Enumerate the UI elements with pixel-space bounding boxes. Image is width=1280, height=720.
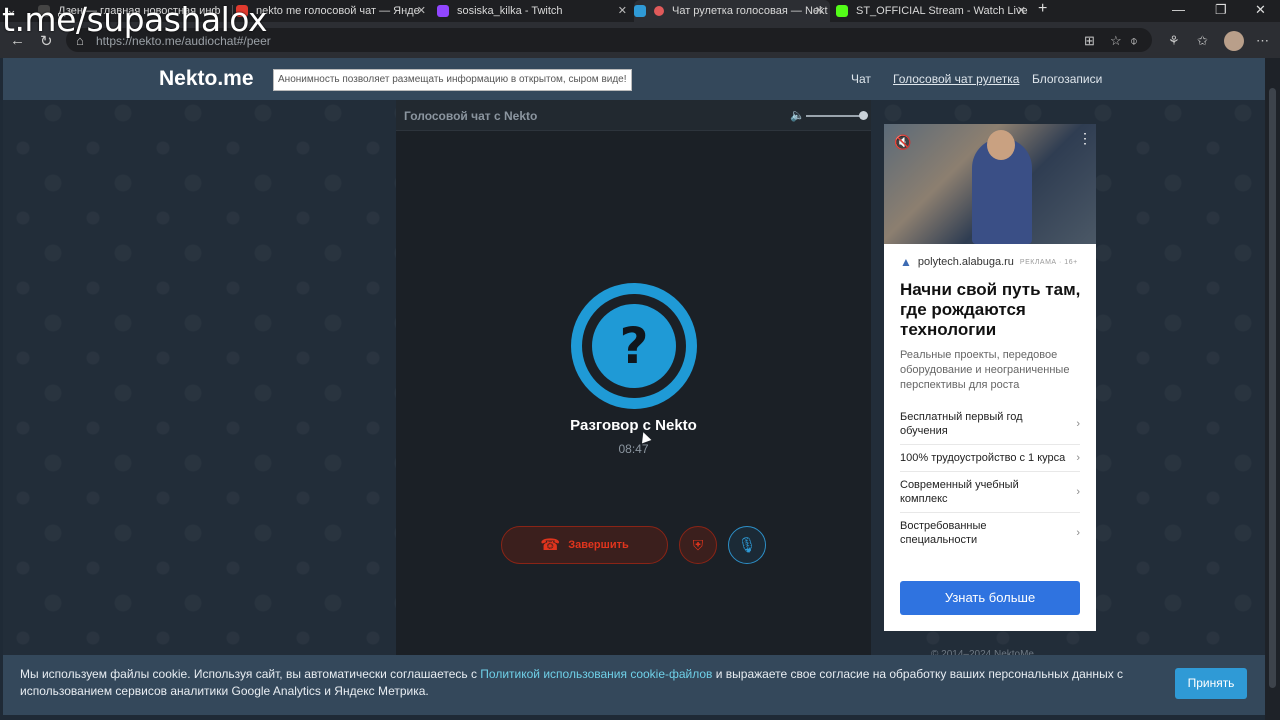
microphone-icon: 🎙 [737,537,757,554]
cookie-banner: Мы используем файлы cookie. Используя са… [3,655,1265,715]
question-mark-icon: ? [592,304,676,388]
tab-close-icon[interactable]: ✕ [815,4,824,17]
end-call-label: Завершить [568,539,629,551]
ad-image[interactable]: 🔇 ⋮ [884,124,1096,244]
tab-title: Чат рулетка голосовая — Nekt [672,5,828,17]
ad-feature-item[interactable]: 100% трудоустройство с 1 курса › [900,445,1080,472]
close-window-icon[interactable]: ✕ [1255,2,1266,18]
tab-close-icon[interactable]: ✕ [417,4,426,17]
ad-domain[interactable]: polytech.alabuga.ru [918,256,1014,268]
mic-indicator-icon[interactable]: ⌽ [1130,33,1138,49]
browser-tab-nekto-active[interactable]: Чат рулетка голосовая — Nekt ✕ [634,0,830,22]
site-logo[interactable]: Nekto.me [159,67,254,91]
favorite-star-icon[interactable]: ☆ [1110,33,1122,49]
ad-feature-list: Бесплатный первый год обучения › 100% тр… [900,404,1080,553]
chevron-right-icon: › [1076,486,1080,498]
ad-feature-item[interactable]: Бесплатный первый год обучения › [900,404,1080,445]
more-options-icon[interactable]: ⋮ [1078,130,1092,147]
volume-icon[interactable]: 🔈 [790,108,805,122]
ad-source: ▲ polytech.alabuga.ru РЕКЛАМА · 16+ [900,255,1078,269]
partner-avatar: ? [571,283,697,409]
extensions-icon[interactable]: ⚘ [1168,33,1180,49]
favorites-icon[interactable]: ✩ [1197,33,1208,49]
end-call-button[interactable]: ☎ Завершить [501,526,668,564]
volume-slider[interactable] [806,115,862,117]
microphone-button[interactable]: 🎙 [728,526,766,564]
restore-icon[interactable]: ❐ [1215,2,1227,18]
accept-cookies-button[interactable]: Принять [1175,668,1247,699]
ad-learn-more-button[interactable]: Узнать больше [900,581,1080,615]
twitch-favicon-icon [437,5,449,17]
cookie-notice-text: Мы используем файлы cookie. Используя са… [20,667,1124,698]
call-timer: 08:47 [618,442,649,456]
voice-chat-panel: Голосовой чат с Nekto 🔈 ? Разговор с Nek… [396,100,871,715]
app-install-icon[interactable]: ⊞ [1084,33,1095,49]
report-button[interactable]: ⛨ [679,526,717,564]
nav-link-voice-chat[interactable]: Голосовой чат рулетка [893,72,1019,86]
browser-tab-twitch[interactable]: sosiska_kilka - Twitch ✕ [437,0,633,22]
nav-link-chat[interactable]: Чат [851,72,871,86]
site-slogan: Анонимность позволяет размещать информац… [273,69,632,91]
muted-speaker-icon[interactable]: 🔇 [894,134,911,151]
watermark-text: t.me/supashalox [2,0,267,39]
chevron-right-icon: › [1076,527,1080,539]
tab-close-icon[interactable]: ✕ [1017,4,1026,17]
scrollbar-thumb[interactable] [1269,88,1276,688]
site-header: Nekto.me Анонимность позволяет размещать… [3,58,1265,100]
minimize-icon[interactable]: — [1172,2,1185,17]
tab-title: nekto me голосовой чат — Янде [256,5,420,17]
hang-up-phone-icon: ☎ [540,537,561,554]
panel-title: Голосовой чат с Nekto [404,109,538,123]
tab-title: ST_OFFICIAL Stream - Watch Live [856,5,1028,17]
cookie-policy-link[interactable]: Политикой использования cookie-файлов [480,667,712,681]
mic-favicon-icon [634,5,646,17]
advertisement[interactable]: 🔇 ⋮ ▲ polytech.alabuga.ru РЕКЛАМА · 16+ … [884,124,1096,631]
chevron-right-icon: › [1076,418,1080,430]
profile-avatar[interactable] [1224,31,1244,51]
ad-feature-item[interactable]: Современный учебный комплекс › [900,472,1080,513]
ad-description: Реальные проекты, передовое оборудование… [900,349,1070,391]
tab-close-icon[interactable]: ✕ [618,4,627,17]
ad-feature-item[interactable]: Востребованные специальности › [900,513,1080,553]
conversation-title: Разговор с Nekto [570,417,697,434]
tab-title: sosiska_kilka - Twitch [457,5,563,17]
shield-icon: ⛨ [692,536,704,553]
nav-link-blog[interactable]: Блогозаписи [1032,72,1102,86]
kick-favicon-icon [836,5,848,17]
ad-label: РЕКЛАМА · 16+ [1019,258,1078,266]
page-scrollbar[interactable] [1265,58,1280,720]
recording-icon [654,6,664,16]
page-viewport: Nekto.me Анонимность позволяет размещать… [3,58,1265,715]
ad-headline[interactable]: Начни свой путь там, где рождаются техно… [900,280,1085,340]
more-menu-icon[interactable]: ⋯ [1256,33,1269,49]
chevron-right-icon: › [1076,452,1080,464]
new-tab-button[interactable]: + [1038,0,1047,18]
volume-slider-handle[interactable] [859,111,868,120]
advertiser-logo-icon: ▲ [900,255,912,269]
panel-header: Голосовой чат с Nekto 🔈 [396,100,871,131]
browser-tab-kick[interactable]: ST_OFFICIAL Stream - Watch Live ✕ [836,0,1032,22]
